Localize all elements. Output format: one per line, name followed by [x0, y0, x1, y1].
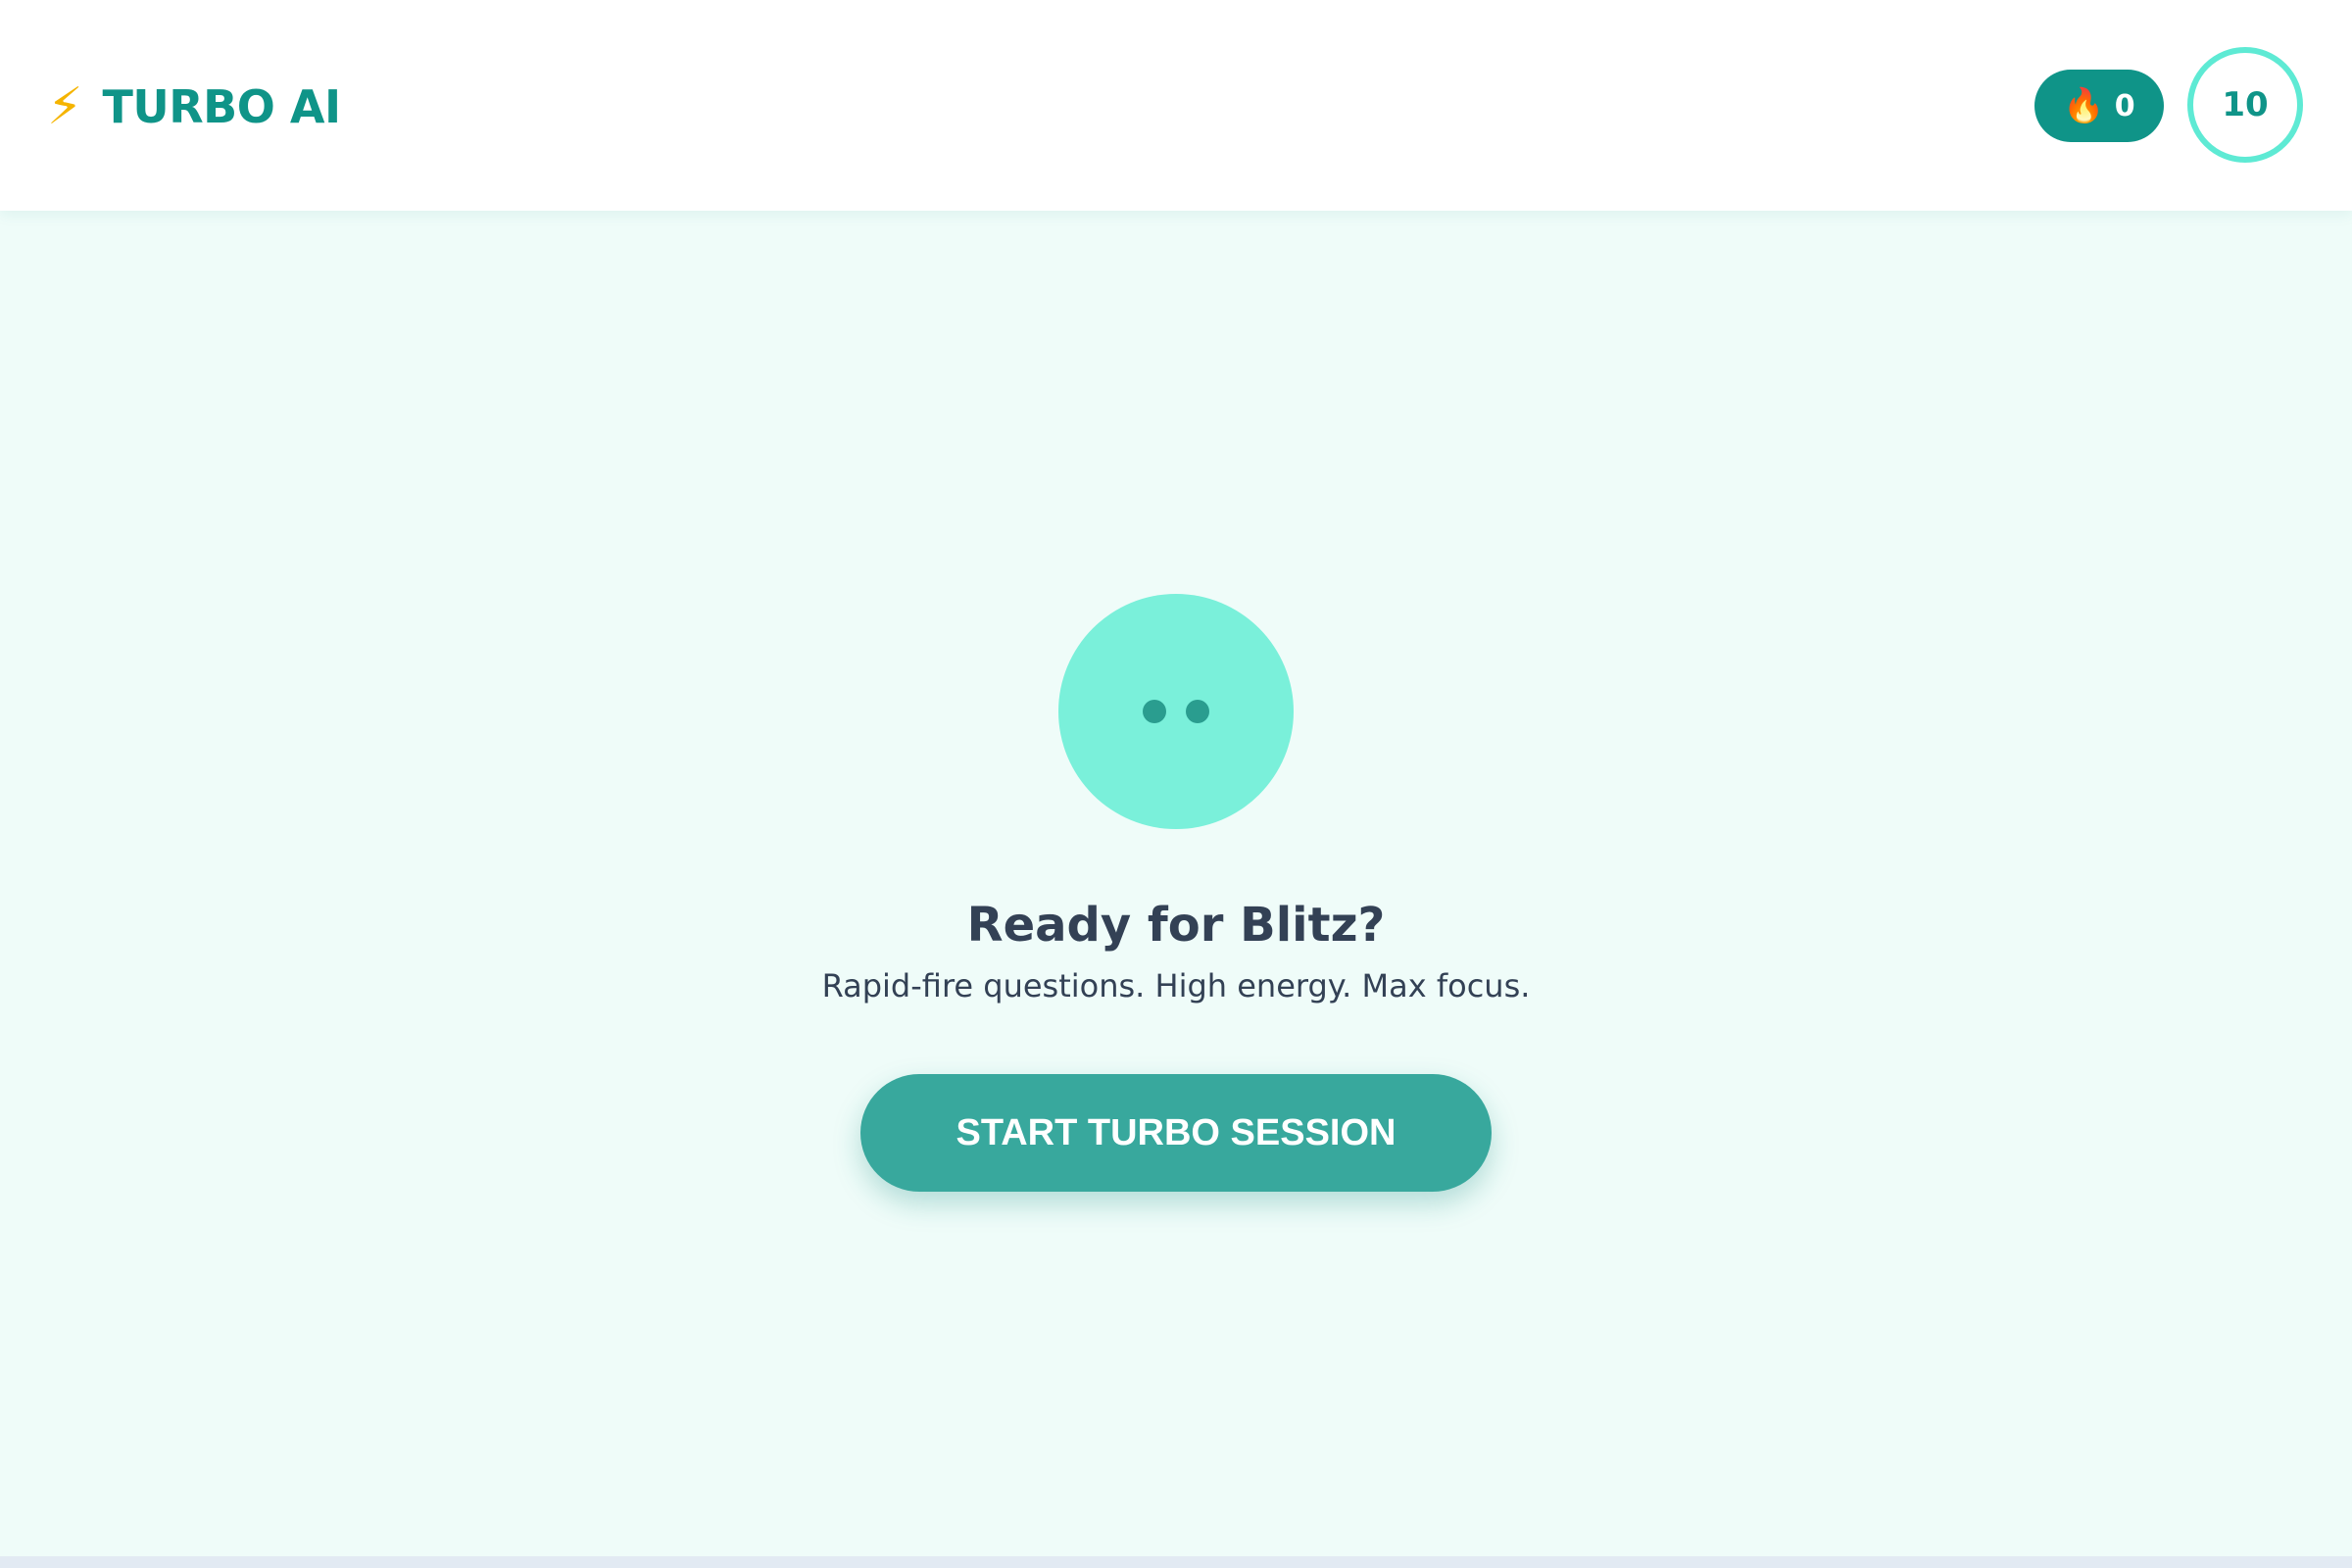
brand: ⚡ TURBO AI [47, 71, 341, 143]
left-eye [1143, 700, 1166, 723]
app-header: ⚡ TURBO AI 🔥 0 10 [0, 0, 2352, 211]
timer-ring: 10 [2187, 47, 2303, 163]
bottom-edge [0, 1556, 2352, 1568]
robot-face-icon [1058, 594, 1294, 829]
lightning-bolt-icon: ⚡ [47, 77, 83, 136]
streak-count: 0 [2114, 88, 2135, 123]
timer-value: 10 [2222, 85, 2269, 124]
streak-badge: 🔥 0 [2034, 70, 2164, 142]
page-subtitle: Rapid-fire questions. High energy. Max f… [821, 967, 1531, 1004]
flame-icon: 🔥 [2063, 86, 2105, 125]
start-session-button[interactable]: START TURBO SESSION [860, 1074, 1492, 1192]
page-title: Ready for Blitz? [966, 898, 1386, 953]
right-eye [1186, 700, 1209, 723]
brand-title: TURBO AI [102, 80, 342, 133]
